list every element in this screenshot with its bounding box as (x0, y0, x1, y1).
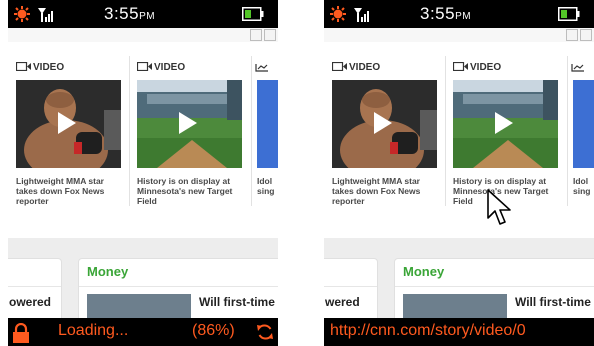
video-card-partial[interactable]: Idol sing (567, 42, 594, 238)
video-caption-partial[interactable]: Idol sing (573, 176, 594, 196)
page-top-strip (8, 28, 278, 42)
play-icon (179, 112, 197, 134)
money-headline[interactable]: Will first-time (515, 295, 591, 309)
video-card-partial[interactable]: Idol sing (251, 42, 278, 238)
video-label: VIDEO (137, 62, 185, 73)
video-camera-icon (453, 62, 468, 71)
video-card[interactable]: VIDEO History is on display at Minnesota… (129, 42, 251, 238)
video-caption[interactable]: Lightweight MMA star takes down Fox News… (332, 176, 440, 206)
panel-text-fragment[interactable]: wered (325, 295, 360, 309)
play-icon (374, 112, 392, 134)
clock: 3:55PM (104, 4, 156, 23)
section-area: wered Money Will first-time (324, 238, 594, 330)
play-icon (58, 112, 76, 134)
mouse-pointer-icon (487, 189, 511, 225)
status-bar: 3:55PM (324, 0, 594, 28)
signal-icon (354, 8, 369, 22)
clock: 3:55PM (420, 4, 472, 23)
video-label-text: VIDEO (154, 62, 186, 73)
chart-icon (571, 64, 584, 72)
loading-status-bar: Loading... (86%) (8, 318, 278, 346)
notification-sun-icon (14, 6, 30, 22)
refresh-icon[interactable] (256, 323, 274, 341)
signal-icon (38, 8, 53, 22)
video-thumbnail-mma[interactable] (332, 80, 437, 168)
page-top-strip (324, 28, 594, 42)
video-label-text: VIDEO (349, 62, 381, 73)
notification-sun-icon (330, 6, 346, 22)
status-bar: 3:55PM (8, 0, 278, 28)
panel-text-fragment[interactable]: owered (9, 295, 51, 309)
video-caption[interactable]: Lightweight MMA star takes down Fox News… (16, 176, 124, 206)
video-label-text: VIDEO (33, 62, 65, 73)
link-url-text: http://cnn.com/story/video/0 (330, 322, 526, 339)
loading-percent: (86%) (192, 322, 235, 339)
video-carousel: VIDEO Lightweight MMA star takes down Fo… (8, 42, 278, 238)
phone-screen-loading: 3:55PM VIDEO Lightweight MMA star takes … (8, 0, 278, 346)
panel-rule (324, 286, 377, 287)
video-camera-icon (16, 62, 31, 71)
tab-indicator-icon (566, 29, 578, 41)
tab-indicator-icon (264, 29, 276, 41)
video-label-text: VIDEO (470, 62, 502, 73)
section-area: owered Money Will first-time (8, 238, 278, 330)
lock-icon (13, 323, 29, 343)
loading-text: Loading... (58, 322, 129, 339)
video-label: VIDEO (332, 62, 380, 73)
video-label: VIDEO (16, 62, 64, 73)
video-thumbnail-ballpark[interactable] (453, 80, 558, 168)
tab-indicator-icon (580, 29, 592, 41)
video-card[interactable]: VIDEO Lightweight MMA star takes down Fo… (324, 42, 444, 238)
phone-screen-url: 3:55PM VIDEO Lightweight MMA star takes … (324, 0, 594, 346)
video-camera-icon (332, 62, 347, 71)
video-caption-partial[interactable]: Idol sing (257, 176, 278, 196)
panel-rule (79, 286, 278, 287)
money-headline[interactable]: Will first-time (199, 295, 275, 309)
url-status-bar: http://cnn.com/story/video/0 (324, 318, 594, 346)
video-thumbnail-mma[interactable] (16, 80, 121, 168)
video-thumbnail-ballpark[interactable] (137, 80, 242, 168)
play-icon (495, 112, 513, 134)
video-caption[interactable]: History is on display at Minnesota's new… (137, 176, 245, 206)
video-card[interactable]: VIDEO Lightweight MMA star takes down Fo… (8, 42, 128, 238)
video-carousel: VIDEO Lightweight MMA star takes down Fo… (324, 42, 594, 238)
battery-icon (242, 7, 264, 21)
video-camera-icon (137, 62, 152, 71)
tab-indicator-icon (250, 29, 262, 41)
money-title[interactable]: Money (87, 264, 128, 279)
chart-icon (255, 64, 268, 72)
battery-icon (558, 7, 580, 21)
video-label: VIDEO (453, 62, 501, 73)
blue-photo (257, 80, 278, 168)
panel-rule (395, 286, 594, 287)
blue-photo (573, 80, 594, 168)
money-title[interactable]: Money (403, 264, 444, 279)
panel-rule (8, 286, 61, 287)
